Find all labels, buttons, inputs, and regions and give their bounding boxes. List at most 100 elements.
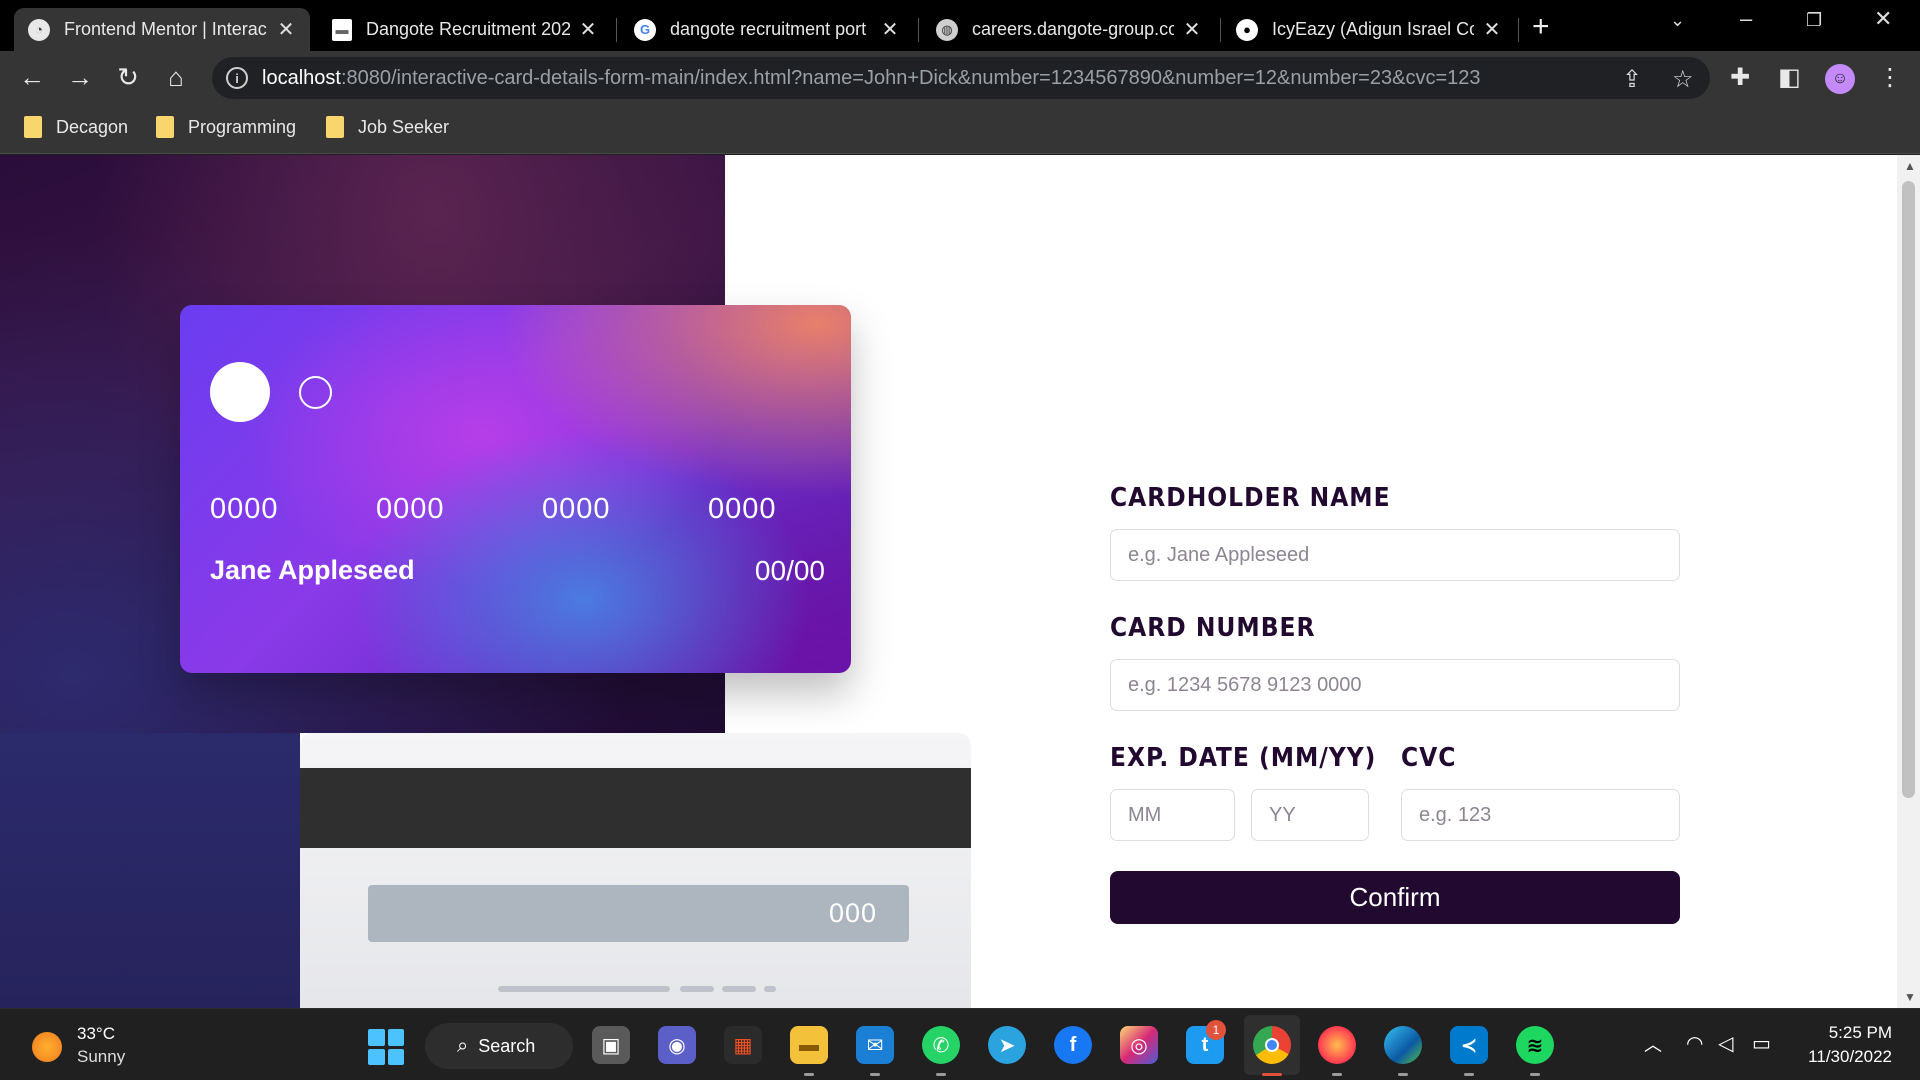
- tab-separator: [616, 18, 617, 42]
- exp-date-label: EXP. DATE (MM/YY): [1110, 743, 1377, 773]
- card-expiry: 00/00: [754, 555, 825, 586]
- tray-overflow-chevron-icon[interactable]: ︿: [1644, 1031, 1662, 1057]
- bookmark-job-seeker[interactable]: Job Seeker: [326, 116, 449, 138]
- weather-temperature[interactable]: 33°C: [77, 1024, 115, 1044]
- card-logo-filled-circle: [210, 362, 270, 422]
- close-icon[interactable]: ✕: [1182, 17, 1202, 42]
- close-icon[interactable]: ✕: [880, 17, 900, 42]
- card-number-input[interactable]: [1110, 659, 1680, 711]
- tab-title: careers.dangote-group.co: [972, 19, 1174, 39]
- url-host: localhost: [262, 66, 341, 89]
- decorative-stripe: [680, 986, 714, 992]
- github-icon: ●: [1236, 18, 1258, 41]
- tab-separator: [1220, 18, 1221, 42]
- minimize-icon[interactable]: –: [1740, 6, 1752, 32]
- cvc-label: CVC: [1401, 743, 1457, 773]
- wifi-icon[interactable]: ◠: [1686, 1031, 1703, 1056]
- extensions-puzzle-icon[interactable]: ✚: [1730, 63, 1750, 92]
- tab-google-search[interactable]: G dangote recruitment port ✕: [620, 8, 914, 51]
- facebook-icon[interactable]: f: [1054, 1026, 1092, 1064]
- card-number-group-3: 0000: [542, 493, 611, 525]
- tab-separator: [918, 18, 919, 42]
- card-number-group-4: 0000: [708, 493, 777, 525]
- decorative-stripe: [764, 986, 776, 992]
- running-indicator: [1530, 1073, 1540, 1076]
- decorative-stripe: [722, 986, 756, 992]
- bookmark-star-icon[interactable]: ☆: [1672, 65, 1694, 94]
- close-icon[interactable]: ✕: [276, 17, 296, 42]
- whatsapp-icon[interactable]: ✆: [922, 1026, 960, 1064]
- search-icon: ⌕: [457, 1034, 469, 1057]
- mail-icon[interactable]: ✉: [856, 1026, 894, 1064]
- side-panel-icon[interactable]: ◧: [1778, 63, 1801, 92]
- reload-icon[interactable]: ↻: [112, 62, 144, 93]
- bookmark-label: Decagon: [56, 116, 129, 137]
- tab-dangote-careers[interactable]: ◍ careers.dangote-group.co ✕: [922, 8, 1216, 51]
- clock-time[interactable]: 5:25 PM: [1829, 1023, 1892, 1043]
- volume-icon[interactable]: ◁: [1718, 1031, 1733, 1056]
- tab-separator: [1518, 18, 1519, 42]
- cardholder-name-input[interactable]: [1110, 529, 1680, 581]
- document-icon: ▬: [332, 18, 352, 41]
- cardholder-name-label: CARDHOLDER NAME: [1110, 483, 1391, 513]
- windows-start-icon[interactable]: [368, 1029, 404, 1065]
- active-running-indicator: [1262, 1073, 1282, 1076]
- bookmark-decagon[interactable]: Decagon: [24, 116, 128, 138]
- forward-arrow-icon[interactable]: →: [64, 62, 96, 93]
- restore-icon[interactable]: ❐: [1806, 10, 1822, 31]
- card-logo-outline-circle: [299, 376, 332, 409]
- folder-icon: [326, 116, 344, 138]
- bookmark-label: Job Seeker: [358, 116, 450, 137]
- bookmark-programming[interactable]: Programming: [156, 116, 296, 138]
- firefox-icon[interactable]: [1318, 1026, 1356, 1064]
- menu-kebab-icon[interactable]: ⋮: [1878, 63, 1902, 92]
- browser-toolbar: ← → ↻ ⌂ i localhost:8080/interactive-car…: [0, 51, 1920, 104]
- scroll-up-arrow-icon[interactable]: ▲: [1904, 159, 1916, 173]
- scrollbar-thumb[interactable]: [1902, 181, 1915, 798]
- running-indicator: [804, 1073, 814, 1076]
- scroll-down-arrow-icon[interactable]: ▼: [1904, 990, 1916, 1004]
- clock-date[interactable]: 11/30/2022: [1808, 1047, 1892, 1067]
- taskbar-search-button[interactable]: ⌕ Search: [425, 1023, 573, 1069]
- close-icon[interactable]: ✕: [1482, 17, 1502, 42]
- close-icon[interactable]: ✕: [578, 17, 598, 42]
- tab-dangote-recruitment[interactable]: ▬ Dangote Recruitment 202 ✕: [318, 8, 612, 51]
- file-explorer-icon[interactable]: ▬: [790, 1026, 828, 1064]
- teams-chat-icon[interactable]: ◉: [658, 1026, 696, 1064]
- card-back: 000: [300, 733, 971, 1008]
- instagram-icon[interactable]: ◎: [1120, 1026, 1158, 1064]
- window-close-icon[interactable]: ✕: [1874, 6, 1892, 32]
- card-number-group-1: 0000: [210, 493, 279, 525]
- battery-icon[interactable]: ▭: [1752, 1031, 1771, 1056]
- chrome-icon[interactable]: [1253, 1026, 1291, 1064]
- tab-frontend-mentor[interactable]: ◔ Frontend Mentor | Interac ✕: [14, 8, 310, 51]
- cvc-input[interactable]: [1401, 789, 1680, 841]
- tab-github[interactable]: ● IcyEazy (Adigun Israel Col ✕: [1222, 8, 1516, 51]
- confirm-button[interactable]: Confirm: [1110, 871, 1680, 924]
- spotify-icon[interactable]: ≋: [1516, 1026, 1554, 1064]
- telegram-icon[interactable]: ➤: [988, 1026, 1026, 1064]
- page-viewport: 0000 0000 0000 0000 Jane Appleseed 00/00…: [0, 155, 1897, 1008]
- profile-avatar[interactable]: ☺: [1825, 64, 1855, 94]
- magnetic-strip: [300, 768, 971, 848]
- windows-taskbar: 33°C Sunny ⌕ Search ▣ ◉ ▦ ▬ ✉ ✆ ➤ f ◎ t …: [0, 1008, 1920, 1080]
- home-icon[interactable]: ⌂: [160, 62, 192, 93]
- running-indicator: [936, 1073, 946, 1076]
- vscode-icon[interactable]: ≺: [1450, 1026, 1488, 1064]
- edge-icon[interactable]: [1384, 1026, 1422, 1064]
- tab-search-chevron-icon[interactable]: ⌄: [1670, 10, 1685, 31]
- site-info-icon[interactable]: i: [226, 67, 248, 89]
- back-arrow-icon[interactable]: ←: [16, 62, 48, 93]
- microsoft-store-icon[interactable]: ▦: [724, 1026, 762, 1064]
- tab-title: dangote recruitment port: [670, 19, 867, 39]
- page-scrollbar[interactable]: ▲ ▼: [1897, 155, 1920, 1008]
- exp-year-input[interactable]: [1251, 789, 1369, 841]
- new-tab-plus-icon[interactable]: +: [1532, 10, 1550, 44]
- share-icon[interactable]: ⇪: [1622, 65, 1642, 94]
- weather-description[interactable]: Sunny: [77, 1047, 125, 1067]
- url-text: localhost:8080/interactive-card-details-…: [262, 67, 1592, 90]
- task-view-icon[interactable]: ▣: [592, 1026, 630, 1064]
- address-bar[interactable]: i localhost:8080/interactive-card-detail…: [212, 57, 1710, 99]
- exp-month-input[interactable]: [1110, 789, 1235, 841]
- weather-sun-icon[interactable]: [32, 1032, 62, 1062]
